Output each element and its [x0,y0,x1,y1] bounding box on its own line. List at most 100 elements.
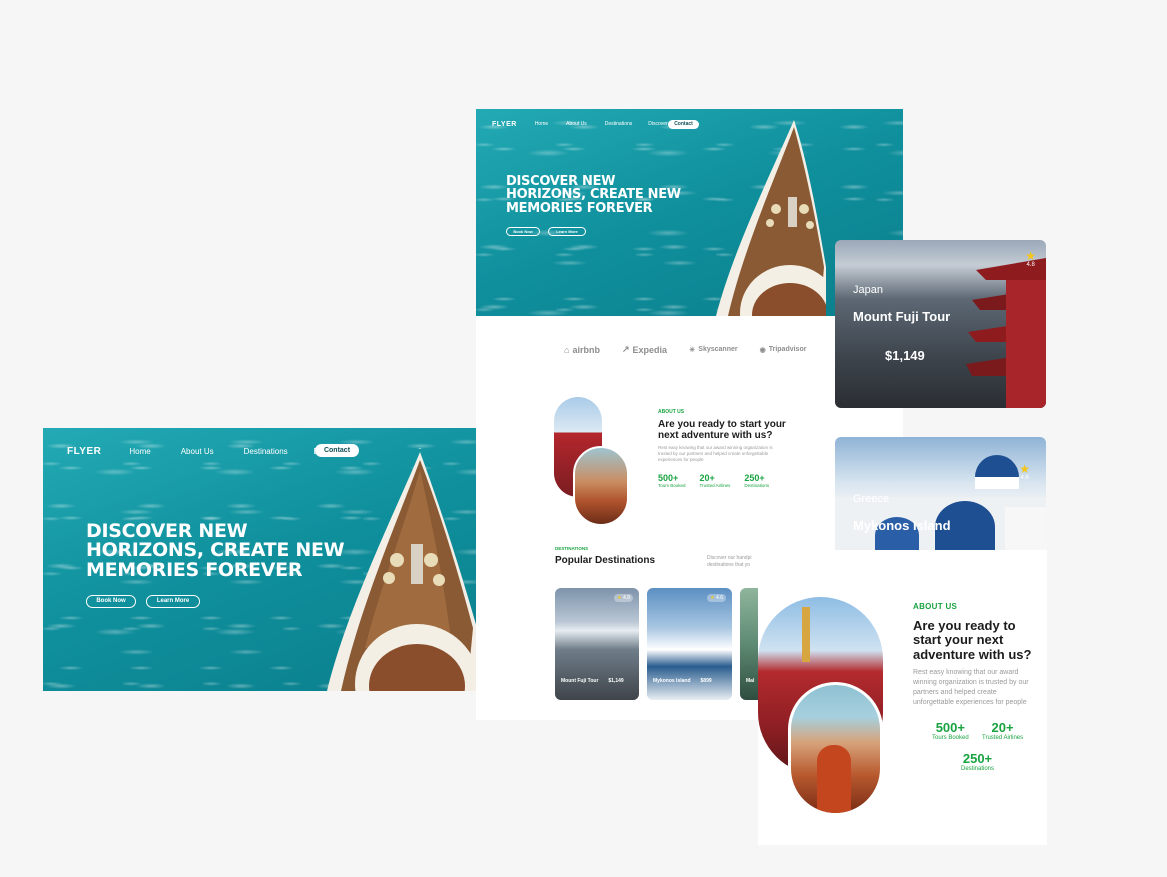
card-title: Mykonos Island [853,518,951,533]
tripadvisor-logo: ◉ Tripadvisor [760,346,807,354]
stat-airlines: 20+ Trusted Airlines [700,473,731,488]
partner-logos: ⌂ airbnb ↗ Expedia ☀ Skyscanner ◉ Tripadviso… [564,344,806,355]
about-body-line: Rest easy knowing that our award [913,669,1019,676]
skyscanner-icon: ☀ [689,346,696,354]
stat-tours: 500+ Tours Booked [932,720,969,741]
stat-value: 500+ [935,720,965,735]
about-body: Rest easy knowing that our award winning… [658,445,773,463]
partner-name: Tripadvisor [768,346,807,353]
temple-spire [802,607,810,662]
hero-title-line: HORIZONS, CREATE NEW [506,187,681,203]
stat-label: Destinations [744,483,770,488]
card-caption: Mykonos Island $899 [653,678,712,684]
hero-title: DISCOVER NEW HORIZONS, CREATE NEW MEMORI… [506,175,681,215]
about-title-line: Are you ready to [913,618,1016,633]
traveler-figure [817,745,851,813]
card-caption: Mount Fuji Tour $1,149 [561,678,624,684]
rating-value: 4.8 [623,595,630,601]
destinations-title: Popular Destinations [555,555,656,566]
card-price: $1,149 [885,348,925,363]
about-body-line: winning organization is trusted by our [913,679,1029,687]
rating-value: 4.6 [716,595,723,601]
hero-title-line: MEMORIES FOREVER [86,558,303,581]
rating-value: 4.8 [1026,262,1035,268]
about-title-line: adventure with us? [913,646,1032,662]
traveler-photo [788,682,883,816]
rating-badge: ★ 4.6 [1019,463,1030,481]
partner-name: Expedia [632,344,668,355]
stat-label: Trusted Airlines [699,483,731,488]
nav-home[interactable]: Home [129,447,150,456]
destinations-desc-line: destinations that yo [707,561,751,568]
partner-name: Skyscanner [698,346,738,353]
nav-about[interactable]: About Us [181,447,214,456]
about-section-preview: ABOUT US Are you ready to start your nex… [758,550,1047,845]
star-icon: ★ [1025,249,1036,263]
skyscanner-logo: ☀ Skyscanner [689,346,738,354]
destination-card[interactable]: ★ 4.8 Mount Fuji Tour $1,149 [555,588,639,700]
about-title-line: start your next [913,632,1004,648]
about-title-line: next adventure with us? [658,430,773,441]
hero-title-line: DISCOVER NEW [506,174,616,189]
nav-discover[interactable]: Discover [648,121,667,127]
about-body-line: experiences for people [658,457,704,463]
hero-title: DISCOVER NEW HORIZONS, CREATE NEW MEMORI… [86,521,345,581]
about-eyebrow: ABOUT US [913,602,958,611]
about-stats: 500+ Tours Booked 20+ Trusted Airlines 250… [658,473,769,488]
card-name: Mykonos Island [653,678,691,684]
nav-destinations[interactable]: Destinations [605,121,633,127]
nav-home[interactable]: Home [535,121,548,127]
hero-title-line: MEMORIES FOREVER [506,200,653,216]
destination-card[interactable]: ★ 4.6 Mykonos Island $899 [647,588,732,700]
about-body-line: partners and helped create [913,689,997,697]
card-country: Greece [853,493,890,505]
stat-value: 250+ [744,473,765,483]
brand-logo[interactable]: FLYER [492,121,517,128]
navbar: FLYER Home About Us Destinations Discove… [492,119,668,129]
expedia-logo: ↗ Expedia [622,344,667,355]
boat-image [716,120,826,316]
partner-name: airbnb [572,344,600,355]
stat-label: Destinations [961,766,995,772]
about-title-line: Are you ready to start your [658,419,786,430]
contact-button[interactable]: Contact [668,120,699,129]
brand-logo[interactable]: FLYER [67,446,101,457]
featured-card-japan[interactable]: ★ 4.8 Japan Mount Fuji Tour $1,149 [835,240,1046,408]
about-body: Rest easy knowing that our award winning… [913,668,1029,709]
airbnb-icon: ⌂ [564,344,570,355]
star-icon: ★ [617,595,622,601]
stat-label: Tours Booked [658,483,686,488]
book-now-button[interactable]: Book Now [86,595,136,608]
rating-badge: ★ 4.8 [614,594,633,602]
stat-label: Trusted Airlines [982,735,1024,741]
stat-airlines: 20+ Trusted Airlines [982,720,1023,741]
stat-tours: 500+ Tours Booked [658,473,686,488]
nav-destinations[interactable]: Destinations [244,447,288,456]
hero-title-line: HORIZONS, CREATE NEW [86,539,345,562]
stat-destinations: 250+ Destinations [744,473,769,488]
rating-badge: ★ 4.8 [1025,250,1036,268]
card-country: Japan [853,284,883,296]
rating-value: 4.6 [1020,475,1029,481]
card-title: Mount Fuji Tour [853,309,951,324]
about-title: Are you ready to start your next adventu… [913,618,1032,662]
tripadvisor-icon: ◉ [759,346,766,354]
expedia-icon: ↗ [621,344,630,354]
featured-card-greece[interactable]: ★ 4.6 Greece Mykonos Island [835,437,1046,550]
stat-label: Tours Booked [932,735,969,741]
traveler-photo [573,446,629,526]
destinations-desc-line: Discover our handpi [707,555,752,561]
nav-about[interactable]: About Us [566,121,587,127]
about-eyebrow: ABOUT US [658,409,685,415]
book-now-button[interactable]: Book Now [506,227,540,236]
star-icon: ★ [1019,462,1030,476]
card-price: $1,149 [608,678,624,684]
stat-value: 250+ [962,751,993,766]
learn-more-button[interactable]: Learn More [146,595,200,608]
card-name: Mount Fuji Tour [561,678,599,684]
stat-destinations: 250+ Destinations [961,751,994,772]
learn-more-button[interactable]: Learn More [548,227,586,236]
about-title: Are you ready to start your next adventu… [658,419,786,441]
stat-value: 20+ [991,720,1014,735]
card-name: Mal [746,678,755,684]
